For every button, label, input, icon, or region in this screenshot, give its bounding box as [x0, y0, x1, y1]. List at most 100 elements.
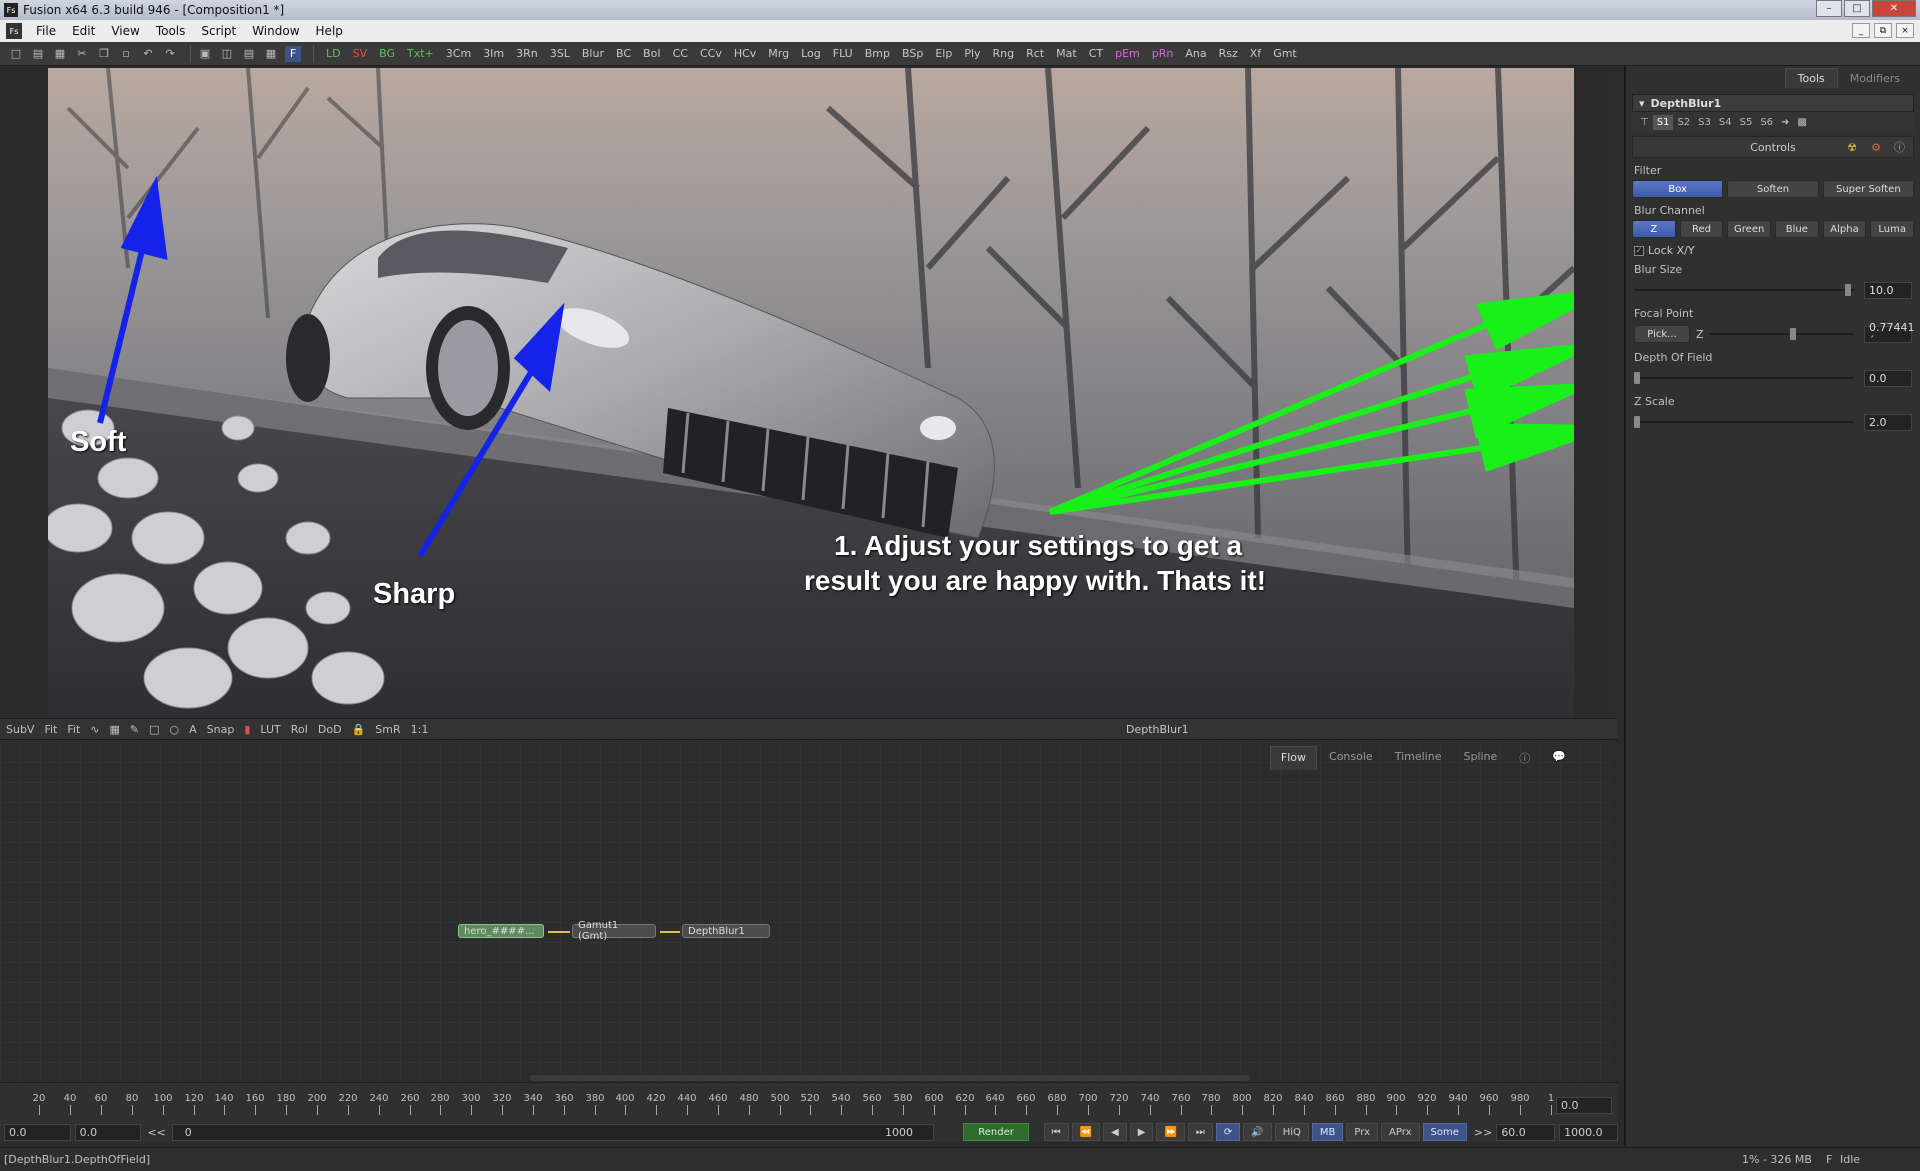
tool-button-prn[interactable]: pRn: [1146, 47, 1180, 60]
focal-point-value[interactable]: 0.77441´: [1864, 321, 1915, 347]
tool-button-flu[interactable]: FLU: [827, 47, 859, 60]
blur-size-value[interactable]: 10.0: [1864, 281, 1912, 299]
prx-button[interactable]: Prx: [1346, 1123, 1379, 1141]
tab-console[interactable]: Console: [1319, 746, 1383, 770]
fit-dropdown[interactable]: Fit: [67, 723, 80, 736]
slot-s4[interactable]: S4: [1715, 115, 1736, 130]
focal-point-track[interactable]: [1709, 328, 1854, 340]
tool-button-blur[interactable]: Blur: [576, 47, 610, 60]
tab-spline[interactable]: Spline: [1453, 746, 1507, 770]
menu-script[interactable]: Script: [193, 24, 244, 38]
lock-xy-checkbox[interactable]: ✓ Lock X/Y: [1634, 244, 1912, 257]
info-icon[interactable]: ⓘ: [1509, 746, 1540, 770]
radioactive-icon[interactable]: ☢: [1847, 141, 1857, 154]
pick-button[interactable]: Pick...: [1634, 325, 1690, 343]
open-file-icon[interactable]: ▤: [30, 46, 46, 62]
aprx-button[interactable]: APrx: [1381, 1123, 1420, 1141]
save-icon[interactable]: ▦: [52, 46, 68, 62]
fit-button[interactable]: Fit: [44, 723, 57, 736]
loader-node[interactable]: hero_####...: [458, 924, 544, 938]
z-scale-slider[interactable]: 2.0: [1634, 411, 1912, 433]
depth-of-field-value[interactable]: 0.0: [1864, 369, 1912, 387]
cut-icon[interactable]: ✂: [74, 46, 90, 62]
filter-soften-button[interactable]: Soften: [1727, 180, 1819, 198]
some-button[interactable]: Some: [1422, 1123, 1467, 1141]
tab-modifiers[interactable]: Modifiers: [1838, 69, 1912, 88]
depth-of-field-track[interactable]: [1634, 372, 1854, 384]
go-to-end-icon[interactable]: ⏭: [1187, 1123, 1213, 1141]
filter-box-button[interactable]: Box: [1632, 180, 1724, 198]
snap-button[interactable]: Snap: [207, 723, 235, 736]
layout-stack-icon[interactable]: ▤: [241, 46, 257, 62]
tool-button-ct[interactable]: CT: [1083, 47, 1109, 60]
tool-button-bg[interactable]: BG: [373, 47, 401, 60]
tool-button-gmt[interactable]: Gmt: [1267, 47, 1303, 60]
menu-window[interactable]: Window: [244, 24, 307, 38]
tool-button-ccv[interactable]: CCv: [694, 47, 728, 60]
tool-button-rng[interactable]: Rng: [987, 47, 1021, 60]
gamut-node[interactable]: Gamut1 (Gmt): [572, 920, 656, 942]
slider-handle[interactable]: [1790, 328, 1797, 340]
channel-green-button[interactable]: Green: [1727, 220, 1772, 238]
layout-quad-icon[interactable]: ▦: [263, 46, 279, 62]
undo-icon[interactable]: ↶: [140, 46, 156, 62]
grid-icon[interactable]: ▦: [110, 723, 120, 736]
render-start-field[interactable]: 0.0: [4, 1123, 71, 1141]
smr-button[interactable]: SmR: [375, 723, 400, 736]
subview-button[interactable]: SubV: [6, 723, 34, 736]
tool-button-xf[interactable]: Xf: [1244, 47, 1267, 60]
spline-icon[interactable]: ∿: [90, 723, 99, 736]
layout-single-icon[interactable]: ▣: [197, 46, 213, 62]
z-scale-value[interactable]: 2.0: [1864, 413, 1912, 431]
menu-file[interactable]: File: [28, 24, 64, 38]
tool-button-txt-[interactable]: Txt+: [401, 47, 440, 60]
redo-icon[interactable]: ↷: [162, 46, 178, 62]
tool-button-bmp[interactable]: Bmp: [859, 47, 896, 60]
audio-icon[interactable]: 🔊: [1243, 1123, 1272, 1141]
close-icon[interactable]: ✕: [1872, 0, 1916, 17]
menu-tools[interactable]: Tools: [148, 24, 194, 38]
slot-s2[interactable]: S2: [1673, 115, 1694, 130]
tool-header[interactable]: ▾ DepthBlur1: [1632, 94, 1914, 112]
depth-of-field-slider[interactable]: 0.0: [1634, 367, 1912, 389]
arrow-right-icon[interactable]: ➜: [1777, 115, 1793, 130]
new-file-icon[interactable]: □: [8, 46, 24, 62]
step-back-icon[interactable]: ⏪: [1071, 1123, 1101, 1141]
slider-handle[interactable]: [1845, 284, 1852, 296]
slider-handle[interactable]: [1634, 416, 1640, 428]
tool-button-cc[interactable]: CC: [667, 47, 694, 60]
tool-button-bsp[interactable]: BSp: [896, 47, 929, 60]
blur-size-track[interactable]: [1634, 284, 1854, 296]
channel-blue-button[interactable]: Blue: [1775, 220, 1819, 238]
blur-size-slider[interactable]: 10.0: [1634, 279, 1912, 301]
roi-button[interactable]: RoI: [291, 723, 308, 736]
hiq-button[interactable]: HiQ: [1274, 1123, 1309, 1141]
tool-button-3sl[interactable]: 3SL: [544, 47, 576, 60]
time-ruler[interactable]: 20 40 60 80 100 120 140 160 180 200 220 240 260 280 30…: [4, 1093, 1554, 1115]
slot-s1[interactable]: S1: [1652, 114, 1674, 130]
slot-s5[interactable]: S5: [1736, 115, 1757, 130]
info-icon[interactable]: ⓘ: [1894, 139, 1905, 155]
tool-button-hcv[interactable]: HCv: [728, 47, 762, 60]
tool-button-elp[interactable]: Elp: [929, 47, 958, 60]
fusion-logo-icon[interactable]: F: [285, 45, 301, 62]
comment-icon[interactable]: 💬: [1542, 746, 1576, 770]
tool-button-3cm[interactable]: 3Cm: [440, 47, 477, 60]
slot-s3[interactable]: S3: [1694, 115, 1715, 130]
paste-icon[interactable]: ▫: [118, 46, 134, 62]
app-menu-icon[interactable]: Fs: [6, 23, 22, 39]
paint-icon[interactable]: ✎: [130, 723, 139, 736]
tool-button-mat[interactable]: Mat: [1050, 47, 1083, 60]
channel-z-button[interactable]: Z: [1632, 220, 1676, 238]
collapse-icon[interactable]: ▾: [1639, 97, 1645, 110]
layout-dual-icon[interactable]: ◫: [219, 46, 235, 62]
global-start-field[interactable]: 0.0: [74, 1123, 142, 1141]
menu-view[interactable]: View: [103, 24, 147, 38]
tool-button-log[interactable]: Log: [795, 47, 827, 60]
tool-button-rct[interactable]: Rct: [1020, 47, 1050, 60]
slot-s6[interactable]: S6: [1756, 115, 1777, 130]
global-end-field[interactable]: 1000.0: [1559, 1123, 1618, 1141]
lock-icon[interactable]: 🔒: [352, 723, 366, 736]
mb-button[interactable]: MB: [1311, 1123, 1344, 1141]
flow-editor[interactable]: Flow Console Timeline Spline ⓘ 💬 hero_##…: [0, 742, 1612, 1082]
